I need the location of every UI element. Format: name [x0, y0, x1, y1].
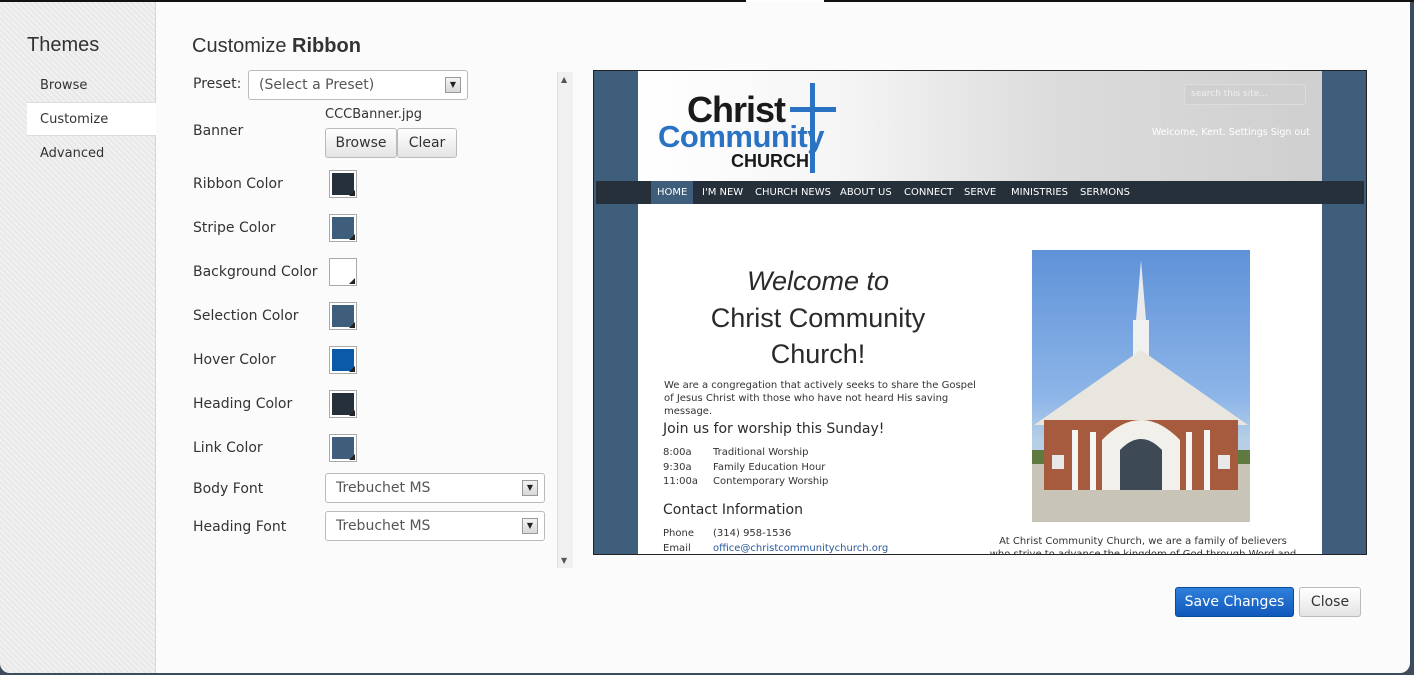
contact-value: (314) 958-1536 [713, 528, 792, 539]
schedule-event: Contemporary Worship [713, 476, 829, 487]
link-color-label: Link Color [193, 440, 263, 456]
preview-worship-heading: Join us for worship this Sunday! [663, 421, 885, 437]
heading-font-select[interactable]: Trebuchet MS ▼ [325, 511, 545, 541]
stripe-color-fill [332, 217, 355, 240]
page-title: Customize Ribbon [192, 35, 361, 58]
sidebar-item-advanced[interactable]: Advanced [27, 137, 156, 171]
contact-email-link: office@christcommunitychurch.org [713, 543, 889, 554]
hover-color-picker[interactable] [329, 346, 357, 374]
save-changes-button[interactable]: Save Changes [1175, 587, 1294, 617]
body-font-label: Body Font [193, 481, 264, 497]
preview-search-input: search this site... [1184, 84, 1306, 105]
ribbon-color-picker[interactable] [329, 170, 357, 198]
heading-color-label: Heading Color [193, 396, 293, 412]
picker-arrow-icon [349, 410, 355, 416]
chevron-down-icon[interactable]: ▼ [522, 518, 538, 534]
schedule-time: 8:00a [663, 447, 692, 458]
preview-banner: Christ Community CHURCH search this site… [638, 71, 1322, 181]
scroll-down-icon[interactable]: ▼ [561, 556, 567, 565]
theme-preview: Christ Community CHURCH search this site… [593, 70, 1367, 555]
themes-dialog: Themes Browse Customize Advanced Customi… [0, 2, 1410, 673]
schedule-row: 8:00a Traditional Worship [663, 447, 808, 458]
preview-contact-heading: Contact Information [663, 502, 803, 518]
ribbon-color-label: Ribbon Color [193, 176, 283, 192]
sidebar-item-customize[interactable]: Customize [27, 102, 156, 136]
preview-nav-sermons: SERMONS [1080, 187, 1130, 198]
schedule-row: 11:00a Contemporary Worship [663, 476, 828, 487]
picker-arrow-icon [349, 366, 355, 372]
body-font-select[interactable]: Trebuchet MS ▼ [325, 473, 545, 503]
ribbon-color-fill [332, 173, 355, 196]
picker-arrow-icon [349, 234, 355, 240]
cross-icon-bar [790, 107, 836, 112]
selection-color-fill [332, 305, 355, 328]
sidebar-item-browse[interactable]: Browse [27, 69, 156, 103]
preset-select-value: (Select a Preset) [259, 77, 375, 93]
background-color-label: Background Color [193, 264, 318, 280]
heading-color-fill [332, 393, 355, 416]
background-color-picker[interactable] [329, 258, 357, 286]
hover-color-fill [332, 349, 355, 372]
stripe-color-picker[interactable] [329, 214, 357, 242]
chevron-down-icon[interactable]: ▼ [522, 480, 538, 496]
preview-welcome-heading: Welcome to [746, 266, 890, 296]
preview-nav-im-new: I'M NEW [702, 187, 744, 198]
heading-font-label: Heading Font [193, 519, 287, 535]
heading-font-value: Trebuchet MS [336, 518, 431, 534]
close-button[interactable]: Close [1299, 587, 1361, 617]
contact-row: Email office@christcommunitychurch.org [663, 543, 888, 554]
background-color-fill [332, 261, 355, 284]
schedule-time: 11:00a [663, 476, 698, 487]
preview-nav-home: HOME [651, 181, 694, 204]
preview-nav: HOME I'M NEW CHURCH NEWS ABOUT US CONNEC… [596, 181, 1364, 204]
picker-arrow-icon [349, 454, 355, 460]
schedule-time: 9:30a [663, 462, 692, 473]
page-title-theme: Ribbon [292, 35, 361, 57]
preview-welcome-text: Welcome, Kent. Settings Sign out [1151, 127, 1310, 138]
contact-row: Phone (314) 958-1536 [663, 528, 791, 539]
selection-color-picker[interactable] [329, 302, 357, 330]
link-color-picker[interactable] [329, 434, 357, 462]
schedule-event: Traditional Worship [713, 447, 809, 458]
preview-nav-about-us: ABOUT US [840, 187, 892, 198]
preview-nav-connect: CONNECT [904, 187, 954, 198]
body-font-value: Trebuchet MS [336, 480, 431, 496]
schedule-event: Family Education Hour [713, 462, 826, 473]
banner-label: Banner [193, 123, 244, 139]
link-color-fill [332, 437, 355, 460]
picker-arrow-icon [349, 322, 355, 328]
banner-filename: CCCBanner.jpg [325, 107, 422, 122]
picker-arrow-icon [349, 278, 355, 284]
sidebar-title: Themes [27, 34, 100, 56]
contact-label: Email [663, 543, 691, 554]
themes-sidebar: Themes Browse Customize Advanced [0, 2, 156, 673]
preset-select[interactable]: (Select a Preset) ▼ [248, 70, 468, 100]
heading-color-picker[interactable] [329, 390, 357, 418]
preview-content: Welcome to Christ Community Church! We a… [638, 204, 1322, 555]
page-title-prefix: Customize [192, 35, 287, 57]
picker-arrow-icon [349, 190, 355, 196]
banner-clear-button[interactable]: Clear [397, 128, 457, 158]
settings-scrollbar[interactable]: ▲ ▼ [557, 72, 573, 568]
selection-color-label: Selection Color [193, 308, 299, 324]
preview-nav-serve: SERVE [964, 187, 997, 198]
preview-about: At Christ Community Church, we are a fam… [989, 536, 1297, 555]
schedule-row: 9:30a Family Education Hour [663, 462, 825, 473]
stripe-color-label: Stripe Color [193, 220, 276, 236]
preview-nav-ministries: MINISTRIES [1011, 187, 1069, 198]
preview-intro: We are a congregation that actively seek… [664, 380, 976, 417]
preview-nav-church-news: CHURCH NEWS [755, 187, 831, 198]
church-photo [1032, 250, 1250, 522]
contact-label: Phone [663, 528, 694, 539]
logo-community: Community [658, 119, 825, 154]
hover-color-label: Hover Color [193, 352, 276, 368]
banner-browse-button[interactable]: Browse [325, 128, 397, 158]
preset-label: Preset: [193, 76, 242, 92]
scroll-up-icon[interactable]: ▲ [561, 75, 567, 84]
logo-church: CHURCH [731, 151, 809, 171]
chevron-down-icon[interactable]: ▼ [445, 77, 461, 93]
preview-church-name: Christ Community Church! [710, 303, 926, 369]
